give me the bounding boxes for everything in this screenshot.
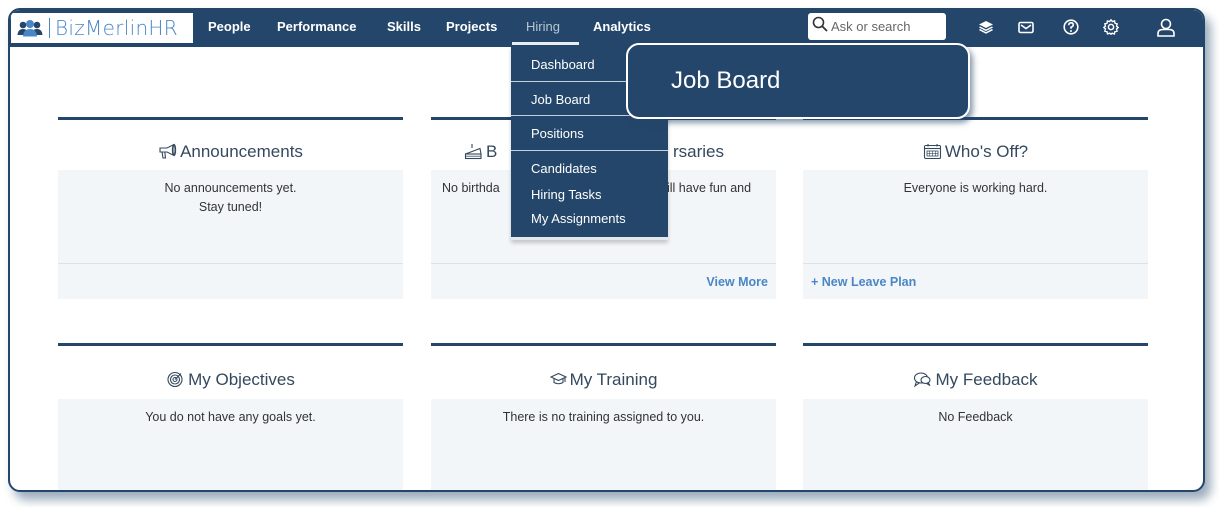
- people-group-icon: [17, 19, 43, 37]
- feedback-card: My Feedback No Feedback: [803, 343, 1148, 490]
- logo-divider: [49, 18, 50, 38]
- card-title: My Training: [431, 346, 776, 396]
- card-footer: [58, 263, 403, 299]
- card-title-text-prefix: B: [486, 142, 498, 161]
- card-title: My Feedback: [803, 346, 1148, 396]
- training-card: My Training There is no training assigne…: [431, 343, 776, 490]
- logo-text: BizMerlinHR: [55, 16, 178, 40]
- view-more-link[interactable]: View More: [706, 275, 768, 289]
- card-body: There is no training assigned to you.: [431, 399, 776, 490]
- search-icon: [812, 16, 828, 37]
- card-title-text: My Feedback: [935, 370, 1038, 389]
- empty-message: Everyone is working hard.: [903, 181, 1048, 195]
- card-title: Who's Off?: [803, 120, 1148, 170]
- user-profile-icon[interactable]: [1155, 16, 1177, 38]
- card-body: Everyone is working hard.: [803, 170, 1148, 263]
- app-window: BizMerlinHR People Performance Skills Pr…: [8, 8, 1205, 492]
- mail-icon[interactable]: [1015, 16, 1037, 38]
- card-title-text: Who's Off?: [944, 142, 1029, 161]
- empty-message-suffix: ill have fun and: [667, 181, 752, 195]
- search-box[interactable]: [808, 13, 946, 40]
- help-icon[interactable]: [1060, 16, 1082, 38]
- card-body: You do not have any goals yet.: [58, 399, 403, 490]
- whos-off-card: Who's Off? Everyone is working hard. + N…: [803, 117, 1148, 299]
- empty-message: No announcements yet.: [164, 181, 297, 195]
- empty-message-secondary: Stay tuned!: [198, 200, 263, 214]
- search-input[interactable]: [831, 19, 941, 34]
- menu-item-my-assignments[interactable]: My Assignments: [511, 211, 668, 226]
- menu-item-candidates[interactable]: Candidates: [511, 161, 668, 176]
- chat-bubbles-icon: [913, 371, 932, 388]
- card-title-text: My Objectives: [188, 370, 295, 389]
- menu-divider: [511, 150, 668, 151]
- announcements-card: Announcements No announcements yet. Stay…: [58, 117, 403, 299]
- megaphone-icon: [158, 143, 177, 160]
- nav-performance[interactable]: Performance: [277, 10, 356, 47]
- nav-people[interactable]: People: [208, 10, 251, 47]
- calendar-icon: [923, 143, 942, 160]
- empty-message: You do not have any goals yet.: [145, 410, 316, 424]
- nav-projects[interactable]: Projects: [446, 10, 497, 47]
- layers-icon[interactable]: [975, 16, 997, 38]
- nav-skills[interactable]: Skills: [387, 10, 421, 47]
- empty-message-prefix: No birthda: [442, 181, 500, 195]
- top-navbar: BizMerlinHR People Performance Skills Pr…: [10, 10, 1203, 47]
- graduation-cap-icon: [549, 371, 567, 388]
- active-nav-indicator: [512, 42, 579, 45]
- target-icon: [166, 371, 185, 388]
- callout-text: Job Board: [671, 67, 781, 94]
- cake-icon: [464, 143, 483, 160]
- card-title-text-suffix: rsaries: [673, 142, 725, 161]
- objectives-card: My Objectives You do not have any goals …: [58, 343, 403, 490]
- card-title: My Objectives: [58, 346, 403, 396]
- new-leave-plan-link[interactable]: + New Leave Plan: [811, 275, 916, 289]
- card-title-text: My Training: [569, 370, 658, 389]
- settings-icon[interactable]: [1100, 16, 1122, 38]
- card-footer: + New Leave Plan: [803, 263, 1148, 299]
- card-body: No Feedback: [803, 399, 1148, 490]
- logo[interactable]: BizMerlinHR: [11, 13, 193, 43]
- menu-item-hiring-tasks[interactable]: Hiring Tasks: [511, 187, 668, 202]
- nav-analytics[interactable]: Analytics: [593, 10, 651, 47]
- menu-item-positions[interactable]: Positions: [511, 126, 668, 141]
- job-board-callout: Job Board: [626, 43, 970, 119]
- card-title: Announcements: [58, 120, 403, 170]
- empty-message: No Feedback: [938, 410, 1013, 424]
- empty-message: There is no training assigned to you.: [502, 410, 705, 424]
- card-footer: View More: [431, 263, 776, 299]
- card-title-text: Announcements: [180, 142, 303, 161]
- card-body: No announcements yet. Stay tuned!: [58, 170, 403, 263]
